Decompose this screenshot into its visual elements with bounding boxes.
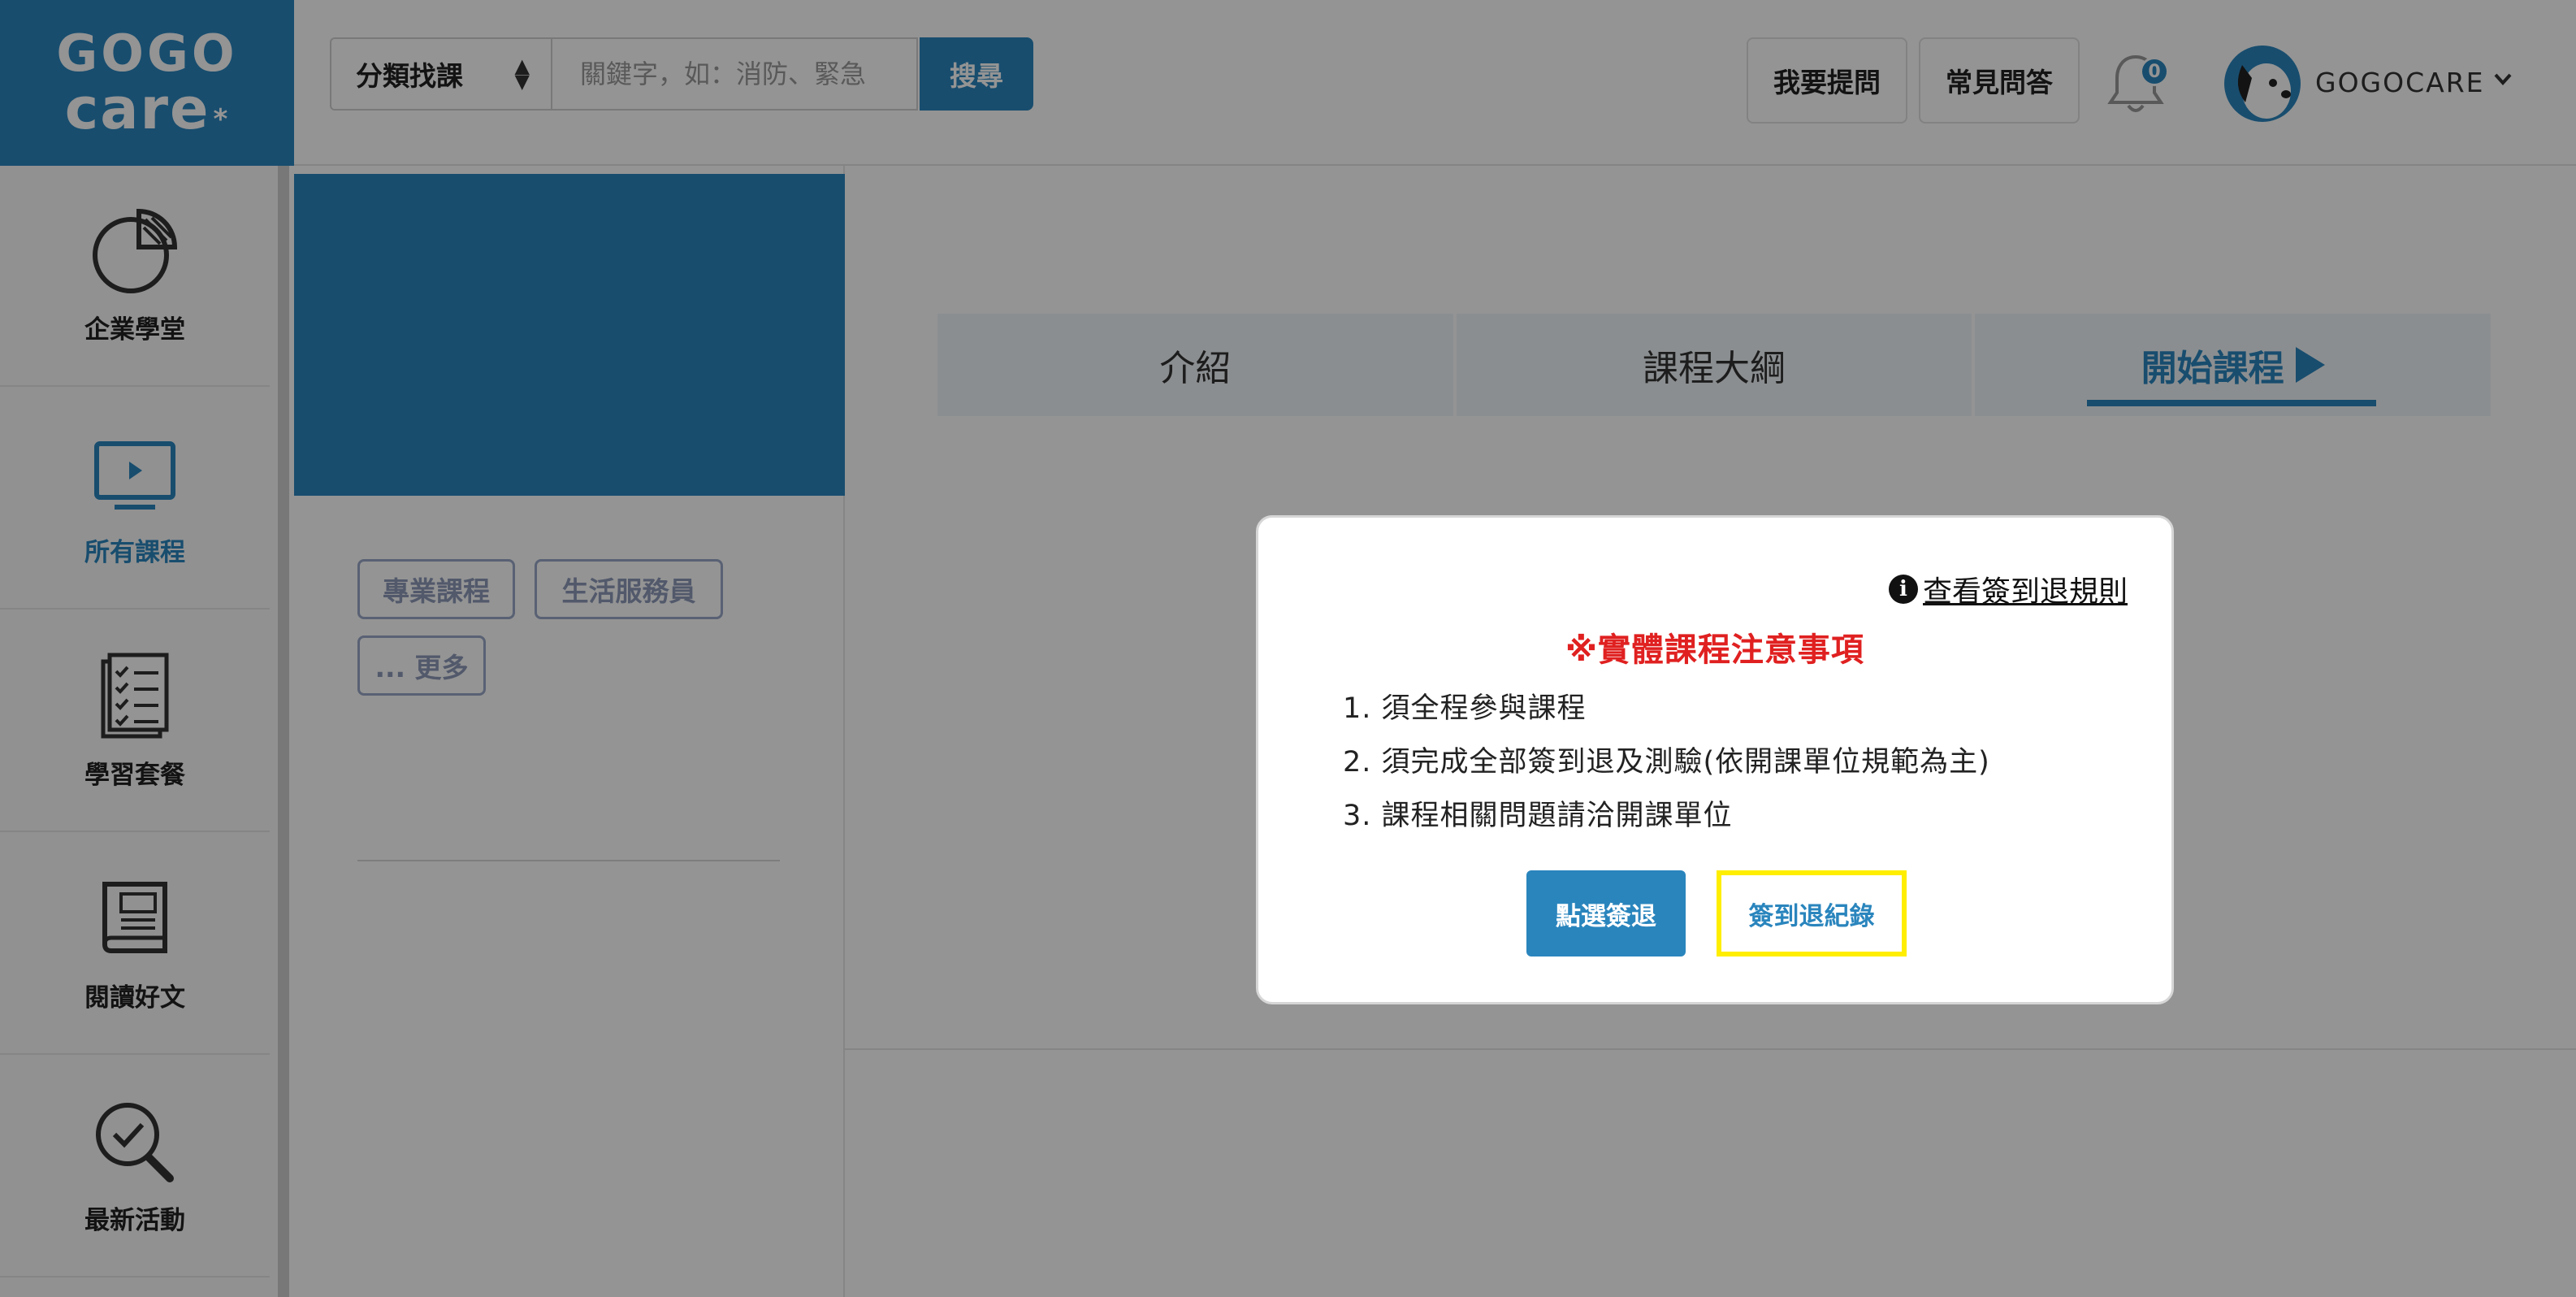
checkin-button[interactable]: 點選簽退 <box>1526 870 1686 956</box>
top-header: GOGO care* 分類找課 ▲▼ 搜尋 我要提問 常見問答 0 GOGOCA… <box>0 0 2576 166</box>
rules-link[interactable]: i 查看簽到退規則 <box>1888 568 2128 610</box>
logo-line1: GOGO <box>56 24 238 83</box>
logo-line2-text: care <box>64 76 210 142</box>
book-icon <box>102 881 167 953</box>
select-arrows-icon: ▲ ▼ <box>514 54 530 93</box>
tab-start-course[interactable]: 開始課程 <box>1975 314 2492 416</box>
list-item: 1. 須全程參與課程 <box>1343 692 1587 725</box>
search-button[interactable]: 搜尋 <box>920 37 1033 111</box>
rules-link-label: 查看簽到退規則 <box>1922 575 2128 609</box>
play-icon <box>2295 347 2325 383</box>
dog-avatar-icon <box>2237 63 2291 119</box>
course-banner-image <box>294 174 845 496</box>
checkin-record-button[interactable]: 簽到退紀錄 <box>1717 870 1907 956</box>
sidebar-item-label: 企業學堂 <box>84 314 185 345</box>
tab-intro[interactable]: 介紹 <box>937 314 1453 416</box>
sidebar-item-label: 閱讀好文 <box>84 983 185 1013</box>
panel-divider <box>357 860 780 861</box>
tab-label: 課程大綱 <box>1643 348 1786 389</box>
sidebar-item-learning-package[interactable]: 學習套餐 <box>0 611 270 832</box>
info-icon: i <box>1888 575 1918 604</box>
category-select[interactable]: 分類找課 ▲ ▼ <box>330 37 551 111</box>
logo-star: * <box>213 103 230 136</box>
tag-professional-course[interactable]: 專業課程 <box>357 559 515 619</box>
pie-chart-icon <box>93 208 178 293</box>
magnifier-check-icon <box>96 1102 174 1182</box>
notice-title: ※實體課程注意事項 <box>1565 631 1864 669</box>
sidebar-item-label: 學習套餐 <box>84 760 185 790</box>
username[interactable]: GOGOCARE <box>2315 67 2485 98</box>
sidebar-item-reading[interactable]: 閱讀好文 <box>0 834 270 1055</box>
category-select-label: 分類找課 <box>356 60 463 92</box>
faq-button[interactable]: 常見問答 <box>1919 37 2080 124</box>
tag-life-service[interactable]: 生活服務員 <box>535 559 723 619</box>
sidebar-item-label: 最新活動 <box>84 1205 185 1235</box>
gogocare-logo[interactable]: GOGO care * <box>0 0 294 166</box>
checklist-icon <box>101 653 169 738</box>
sidebar-item-enterprise[interactable]: 企業學堂 <box>0 166 270 387</box>
tab-active-underline <box>2087 400 2377 406</box>
tv-play-icon <box>94 440 175 510</box>
logo-line2: care * <box>65 80 230 137</box>
chevron-down-icon[interactable] <box>2492 68 2513 89</box>
ask-question-button[interactable]: 我要提問 <box>1747 37 1907 124</box>
notification-badge: 0 <box>2140 57 2169 86</box>
avatar[interactable] <box>2224 46 2301 122</box>
course-tabs: 介紹 課程大綱 開始課程 <box>937 314 2492 416</box>
list-item: 2. 須完成全部簽到退及測驗(依開課單位規範為主) <box>1343 746 1990 779</box>
list-item: 3. 課程相關問題請洽開課單位 <box>1343 800 1733 832</box>
sidebar: 企業學堂 所有課程 學習套餐 閱讀好文 最新活動 <box>0 166 283 1297</box>
search-input[interactable] <box>551 37 918 111</box>
sidebar-scrollbar[interactable] <box>278 166 289 1297</box>
course-notice-card: i 查看簽到退規則 ※實體課程注意事項 1. 須全程參與課程 2. 須完成全部簽… <box>1256 515 2174 1004</box>
tab-label: 開始課程 <box>2141 348 2284 389</box>
notice-list: 1. 須全程參與課程 2. 須完成全部簽到退及測驗(依開課單位規範為主) 3. … <box>1343 682 1990 843</box>
sidebar-item-all-courses[interactable]: 所有課程 <box>0 388 270 609</box>
sidebar-item-label: 所有課程 <box>84 537 185 567</box>
tag-more[interactable]: ... 更多 <box>357 635 486 696</box>
sidebar-item-events[interactable]: 最新活動 <box>0 1056 270 1277</box>
tab-label: 介紹 <box>1159 348 1232 389</box>
tab-outline[interactable]: 課程大綱 <box>1456 314 1972 416</box>
content-divider <box>845 1048 2576 1050</box>
search-bar: 分類找課 ▲▼ 搜尋 <box>330 37 1033 111</box>
